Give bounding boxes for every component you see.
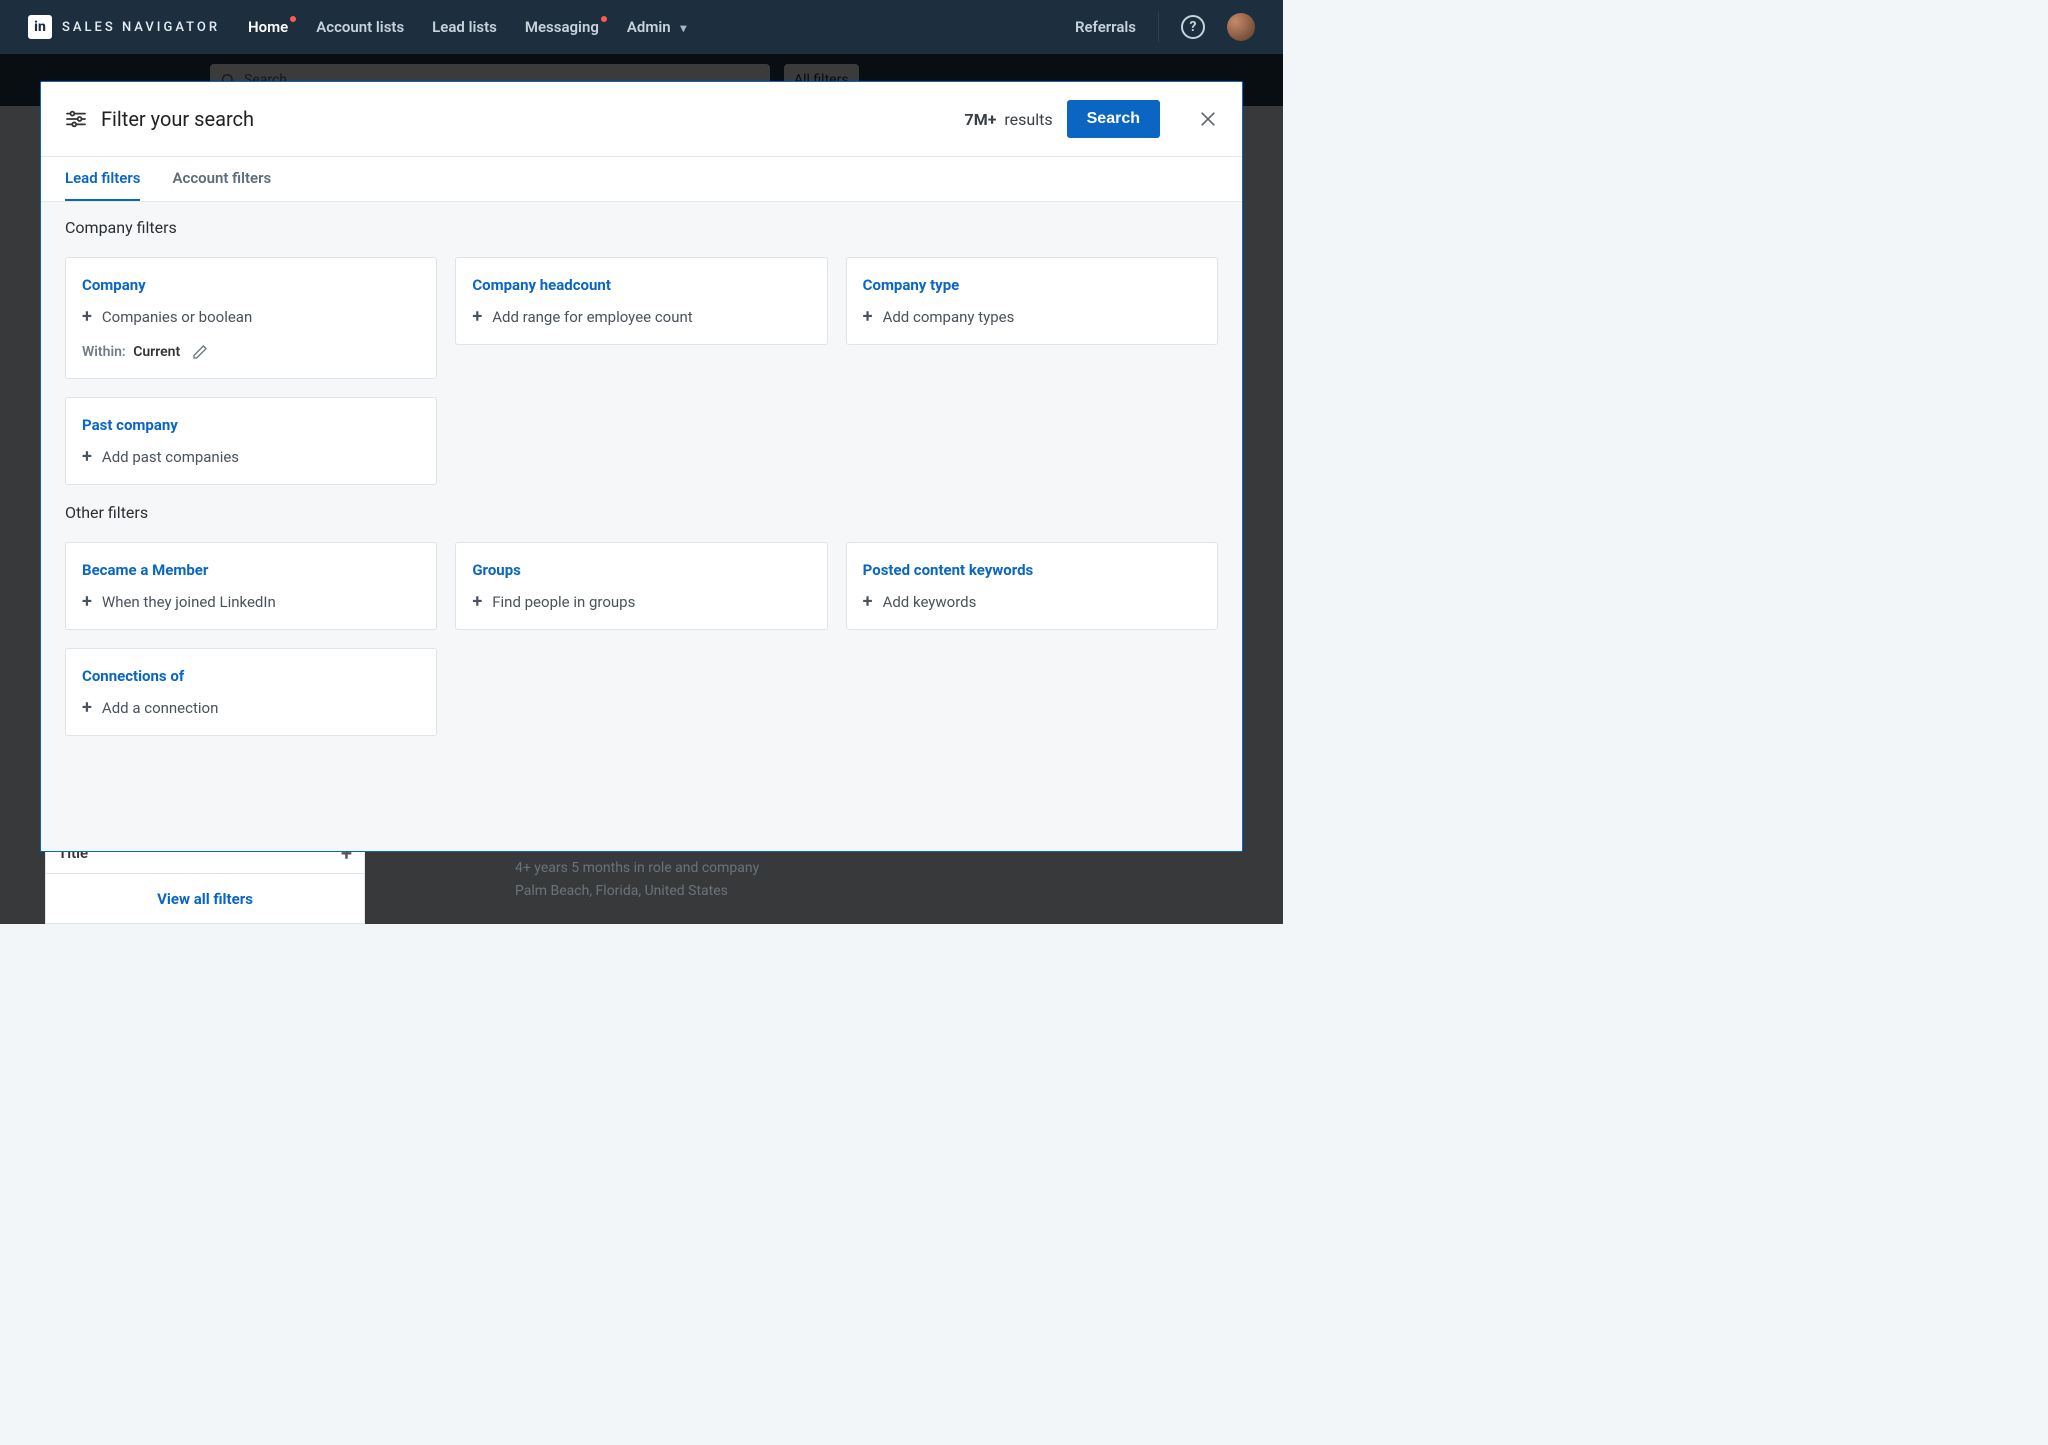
filter-card-action[interactable]: + Add keywords	[863, 593, 1201, 611]
modal-body: Company filters Company + Companies or b…	[41, 202, 1242, 851]
result-tenure: 4+ years 5 months in role and company	[515, 857, 759, 879]
modal-tabs: Lead filters Account filters	[41, 157, 1242, 202]
filter-card-title: Company	[82, 276, 420, 294]
notification-dot-icon	[601, 16, 607, 22]
modal-header: Filter your search 7M+ results Search	[41, 82, 1242, 157]
logo-mark: in	[28, 15, 52, 39]
nav-item-label: Home	[248, 18, 288, 36]
filter-card-title: Past company	[82, 416, 420, 434]
nav-referrals[interactable]: Referrals	[1075, 18, 1136, 36]
filter-card-action-label: Find people in groups	[492, 593, 635, 611]
nav-admin[interactable]: Admin ▾	[627, 18, 687, 36]
nav-right: Referrals ?	[1075, 12, 1255, 42]
plus-icon: +	[82, 699, 92, 717]
nav-item-label: Account lists	[316, 18, 404, 36]
plus-icon: +	[863, 593, 873, 611]
tab-lead-filters[interactable]: Lead filters	[65, 157, 140, 201]
plus-icon: +	[472, 308, 482, 326]
filter-card-company[interactable]: Company + Companies or boolean Within: C…	[65, 257, 437, 379]
filter-card-groups[interactable]: Groups + Find people in groups	[455, 542, 827, 630]
help-icon[interactable]: ?	[1181, 15, 1205, 39]
plus-icon: +	[82, 593, 92, 611]
nav-item-label: Lead lists	[432, 18, 497, 36]
chevron-down-icon: ▾	[680, 21, 686, 35]
filter-modal: Filter your search 7M+ results Search Le…	[40, 81, 1243, 852]
within-value: Current	[133, 344, 180, 360]
filter-card-action[interactable]: + Companies or boolean	[82, 308, 420, 326]
filter-card-action[interactable]: + Find people in groups	[472, 593, 810, 611]
nav-messaging[interactable]: Messaging	[525, 18, 599, 36]
filter-card-action-label: Add company types	[883, 308, 1015, 326]
pencil-icon	[192, 344, 208, 360]
result-meta: 4+ years 5 months in role and company Pa…	[515, 857, 759, 902]
filter-card-company-type[interactable]: Company type + Add company types	[846, 257, 1218, 345]
other-filters-grid: Became a Member + When they joined Linke…	[65, 542, 1218, 736]
filter-card-title: Connections of	[82, 667, 420, 685]
modal-title: Filter your search	[101, 107, 254, 131]
filter-card-title: Became a Member	[82, 561, 420, 579]
results-count: 7M+ results	[965, 110, 1053, 129]
filter-card-title: Company headcount	[472, 276, 810, 294]
nav-items: Home Account lists Lead lists Messaging …	[248, 18, 686, 36]
filter-card-posted-content[interactable]: Posted content keywords + Add keywords	[846, 542, 1218, 630]
filter-card-action-label: Add keywords	[883, 593, 977, 611]
results-number: 7M+	[965, 110, 997, 129]
filter-within-row: Within: Current	[82, 344, 420, 360]
filter-card-became-member[interactable]: Became a Member + When they joined Linke…	[65, 542, 437, 630]
filter-card-action-label: Companies or boolean	[102, 308, 252, 326]
filter-card-action[interactable]: + Add company types	[863, 308, 1201, 326]
search-button[interactable]: Search	[1067, 100, 1160, 138]
logo-text: SALES NAVIGATOR	[62, 20, 220, 35]
nav-item-label: Admin	[627, 18, 671, 36]
nav-lead-lists[interactable]: Lead lists	[432, 18, 497, 36]
filter-card-action-label: Add past companies	[102, 448, 239, 466]
filter-card-action[interactable]: + Add range for employee count	[472, 308, 810, 326]
close-button[interactable]	[1198, 109, 1218, 129]
filter-card-action-label: Add a connection	[102, 699, 218, 717]
plus-icon: +	[863, 308, 873, 326]
nav-account-lists[interactable]: Account lists	[316, 18, 404, 36]
section-title-other: Other filters	[65, 503, 1218, 522]
filter-card-title: Groups	[472, 561, 810, 579]
plus-icon: +	[82, 448, 92, 466]
filter-card-title: Company type	[863, 276, 1201, 294]
results-word: results	[1004, 110, 1052, 129]
plus-icon: +	[472, 593, 482, 611]
within-label: Within:	[82, 344, 126, 360]
view-all-filters-button[interactable]: View all filters	[45, 874, 365, 924]
filter-card-title: Posted content keywords	[863, 561, 1201, 579]
logo[interactable]: in SALES NAVIGATOR	[28, 15, 220, 39]
sliders-icon	[65, 110, 87, 128]
avatar[interactable]	[1227, 13, 1255, 41]
filter-card-action[interactable]: + When they joined LinkedIn	[82, 593, 420, 611]
top-nav: in SALES NAVIGATOR Home Account lists Le…	[0, 0, 1283, 54]
filter-card-action-label: Add range for employee count	[492, 308, 692, 326]
filter-card-action[interactable]: + Add past companies	[82, 448, 420, 466]
view-all-filters-label: View all filters	[157, 890, 253, 908]
filter-card-connections-of[interactable]: Connections of + Add a connection	[65, 648, 437, 736]
result-location: Palm Beach, Florida, United States	[515, 880, 759, 902]
nav-item-label: Messaging	[525, 18, 599, 36]
section-title-company: Company filters	[65, 218, 1218, 237]
filter-card-past-company[interactable]: Past company + Add past companies	[65, 397, 437, 485]
close-icon	[1198, 109, 1218, 129]
notification-dot-icon	[290, 16, 296, 22]
divider	[1158, 12, 1159, 42]
filter-card-company-headcount[interactable]: Company headcount + Add range for employ…	[455, 257, 827, 345]
tab-account-filters[interactable]: Account filters	[172, 157, 271, 201]
company-filters-grid: Company + Companies or boolean Within: C…	[65, 257, 1218, 485]
filter-card-action-label: When they joined LinkedIn	[102, 593, 276, 611]
filter-card-action[interactable]: + Add a connection	[82, 699, 420, 717]
edit-within-button[interactable]	[192, 344, 208, 360]
nav-home[interactable]: Home	[248, 18, 288, 36]
plus-icon: +	[82, 308, 92, 326]
